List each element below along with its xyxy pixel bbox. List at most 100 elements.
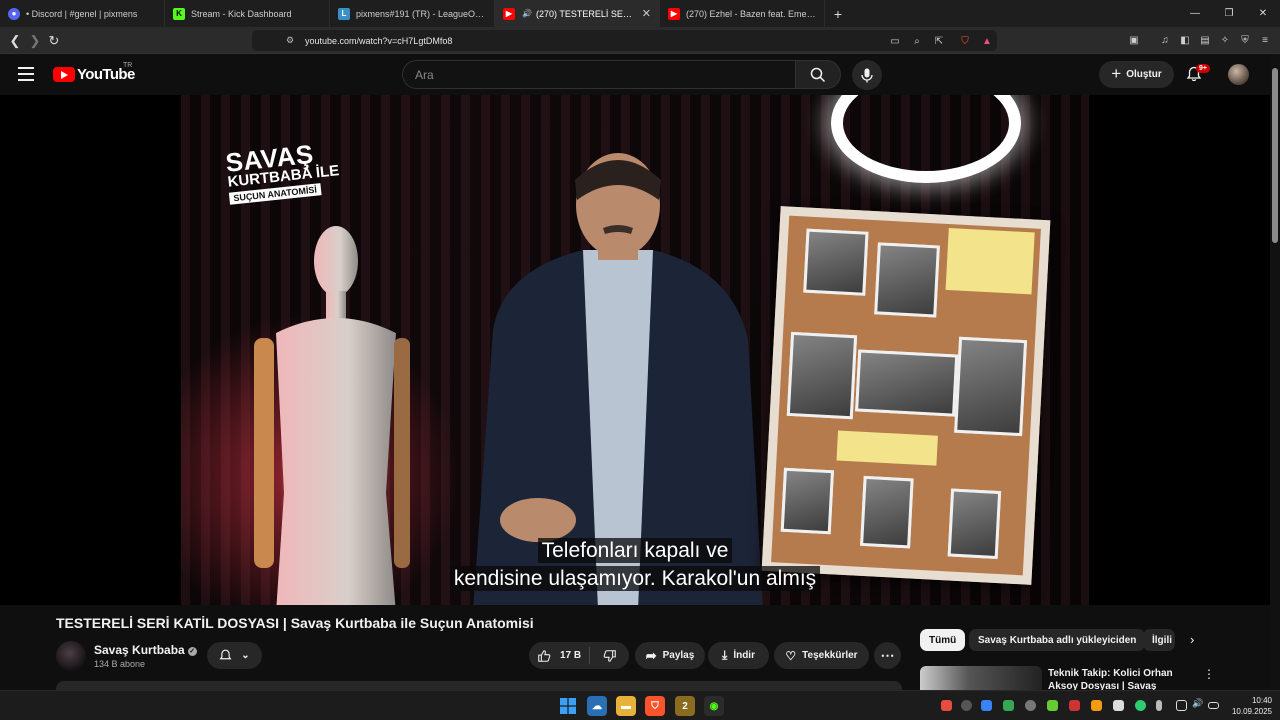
- chevron-right-icon[interactable]: ›: [1190, 632, 1194, 647]
- evidence-note: [945, 228, 1035, 295]
- site-info-icon[interactable]: ⚙: [286, 35, 294, 46]
- chip-from-uploader[interactable]: Savaş Kurtbaba adlı yükleyiciden: [969, 629, 1146, 651]
- tray-app-icon[interactable]: [1091, 700, 1102, 711]
- search-icon: [810, 67, 826, 82]
- address-bar[interactable]: ⚙ youtube.com/watch?v=cH7LgtDMfo8 ▭ ⌕ ⇱ …: [252, 30, 997, 51]
- tab-youtube-active[interactable]: ▶ 🔊 (270) TESTERELİ SERİ KATİL D ✕: [495, 0, 660, 27]
- thanks-button[interactable]: ♡ Teşekkürler: [774, 642, 869, 669]
- tab-label: (270) Ezhel - Bazen feat. Emel - YouTu: [686, 8, 816, 19]
- brave-rewards-icon[interactable]: ▲: [980, 34, 994, 48]
- brave-shields-icon[interactable]: ⛉: [958, 34, 972, 48]
- share-button[interactable]: ➦ Paylaş: [635, 642, 705, 669]
- new-tab-button[interactable]: +: [825, 0, 851, 27]
- thumbs-up-icon: [538, 649, 551, 662]
- tray-app-icon[interactable]: [1113, 700, 1124, 711]
- thanks-label: Teşekkürler: [802, 650, 858, 661]
- share-page-icon[interactable]: ⇱: [932, 34, 946, 48]
- vpn-icon[interactable]: ⛨: [1238, 33, 1252, 47]
- tray-app-icon[interactable]: [1025, 700, 1036, 711]
- channel-name-text: Savaş Kurtbaba: [94, 643, 185, 657]
- download-button[interactable]: ⤓ İndir: [708, 642, 769, 669]
- tray-app-icon[interactable]: [1047, 700, 1058, 711]
- close-window-icon[interactable]: ✕: [1246, 0, 1280, 27]
- cast-icon[interactable]: ▭: [888, 34, 902, 48]
- region-code: TR: [123, 62, 133, 69]
- tray-app-icon[interactable]: [1069, 700, 1080, 711]
- speaker-tray-icon[interactable]: 🔊: [1192, 698, 1203, 709]
- download-label: İndir: [733, 650, 755, 661]
- channel-watermark-logo: SAVAŞ KURTBABA İLE SUÇUN ANATOMİSİ: [224, 139, 341, 206]
- video-player-area: SAVAŞ KURTBABA İLE SUÇUN ANATOMİSİ Telef…: [0, 95, 1270, 605]
- back-icon[interactable]: ❮: [6, 32, 24, 50]
- subscription-bell-button[interactable]: ⌄: [207, 642, 262, 669]
- more-actions-button[interactable]: ⋯: [874, 642, 901, 669]
- file-explorer-icon[interactable]: ▬: [616, 696, 636, 716]
- tray-app-icon[interactable]: [981, 700, 992, 711]
- tray-app-icon[interactable]: [961, 700, 972, 711]
- create-button[interactable]: + Oluştur: [1099, 61, 1174, 88]
- sidebar-icon[interactable]: ◧: [1178, 33, 1192, 47]
- tab-leagueofgraphs[interactable]: L pixmens#191 (TR) - LeagueOfGraphs: [330, 0, 495, 27]
- tab-youtube-ezhel[interactable]: ▶ (270) Ezhel - Bazen feat. Emel - YouTu: [660, 0, 825, 27]
- youtube-icon: ▶: [503, 7, 515, 20]
- clock-date: 10.09.2025: [1231, 707, 1272, 716]
- tray-app-icon[interactable]: [1003, 700, 1014, 711]
- brave-browser-icon[interactable]: ⛉: [645, 696, 665, 716]
- scrollbar-thumb[interactable]: [1272, 68, 1278, 243]
- app-icon[interactable]: 2: [675, 696, 695, 716]
- battery-icon[interactable]: [1208, 702, 1219, 709]
- video-title: TESTERELİ SERİ KATİL DOSYASI | Savaş Kur…: [56, 615, 534, 631]
- widgets-icon[interactable]: ☁: [587, 696, 607, 716]
- restore-icon[interactable]: ❐: [1212, 0, 1246, 27]
- media-icon[interactable]: ♫: [1158, 33, 1172, 47]
- channel-avatar[interactable]: [56, 641, 86, 671]
- dislike-button[interactable]: [590, 649, 629, 663]
- voice-search-button[interactable]: [852, 60, 882, 90]
- create-label: Oluştur: [1126, 69, 1162, 80]
- system-clock[interactable]: 10:40 10.09.2025: [1226, 695, 1272, 717]
- tab-discord[interactable]: ● • Discord | #genel | pixmens: [0, 0, 165, 27]
- leo-ai-icon[interactable]: ✧: [1218, 33, 1232, 47]
- youtube-play-icon: [53, 67, 75, 82]
- search-button[interactable]: [795, 60, 841, 89]
- share-label: Paylaş: [662, 650, 695, 661]
- description-box[interactable]: [56, 681, 902, 690]
- obs-icon[interactable]: ◉: [704, 696, 724, 716]
- wallet-icon[interactable]: ▤: [1198, 33, 1212, 47]
- display-tray-icon[interactable]: [1176, 700, 1187, 711]
- windows-start-icon[interactable]: [558, 696, 578, 716]
- presenter-figure: [473, 153, 763, 605]
- zoom-icon[interactable]: ⌕: [910, 34, 924, 48]
- video-player[interactable]: SAVAŞ KURTBABA İLE SUÇUN ANATOMİSİ Telef…: [181, 95, 1089, 605]
- chevron-down-icon: ⌄: [241, 650, 250, 661]
- forward-icon[interactable]: ❯: [26, 32, 44, 50]
- tab-label: • Discord | #genel | pixmens: [26, 8, 138, 19]
- sidebar-panel-icon[interactable]: ▣: [1127, 33, 1141, 47]
- related-video-title[interactable]: Teknik Takip: Kolici Orhan Aksoy Dosyası…: [1048, 667, 1188, 690]
- channel-name[interactable]: Savaş Kurtbaba ✓: [94, 643, 197, 657]
- related-video-thumbnail[interactable]: [920, 666, 1042, 690]
- tray-app-icon[interactable]: [941, 700, 952, 711]
- youtube-logo[interactable]: YouTube TR: [53, 62, 135, 83]
- like-button[interactable]: 17 B: [529, 649, 589, 663]
- chip-all[interactable]: Tümü: [920, 629, 966, 651]
- evidence-note: [836, 430, 938, 466]
- microphone-tray-icon[interactable]: [1156, 700, 1162, 711]
- tray-app-icon[interactable]: [1135, 700, 1146, 711]
- chip-related[interactable]: İlgili: [1143, 629, 1175, 651]
- tab-kick[interactable]: K Stream - Kick Dashboard: [165, 0, 330, 27]
- account-avatar[interactable]: [1228, 64, 1249, 85]
- reload-icon[interactable]: ↻: [45, 32, 63, 50]
- hamburger-menu-icon[interactable]: [18, 67, 34, 81]
- close-tab-icon[interactable]: ✕: [642, 7, 651, 20]
- verified-icon: ✓: [187, 647, 197, 656]
- minimize-icon[interactable]: —: [1178, 0, 1212, 27]
- page-scrollbar[interactable]: [1270, 54, 1280, 694]
- search-input[interactable]: Ara: [402, 60, 795, 89]
- main-menu-icon[interactable]: ≡: [1258, 33, 1272, 47]
- kick-icon: K: [173, 7, 185, 20]
- tab-label: Stream - Kick Dashboard: [191, 8, 292, 19]
- evidence-board: [761, 206, 1051, 585]
- evidence-photo: [803, 228, 869, 296]
- related-more-icon[interactable]: ⋮: [1203, 667, 1215, 681]
